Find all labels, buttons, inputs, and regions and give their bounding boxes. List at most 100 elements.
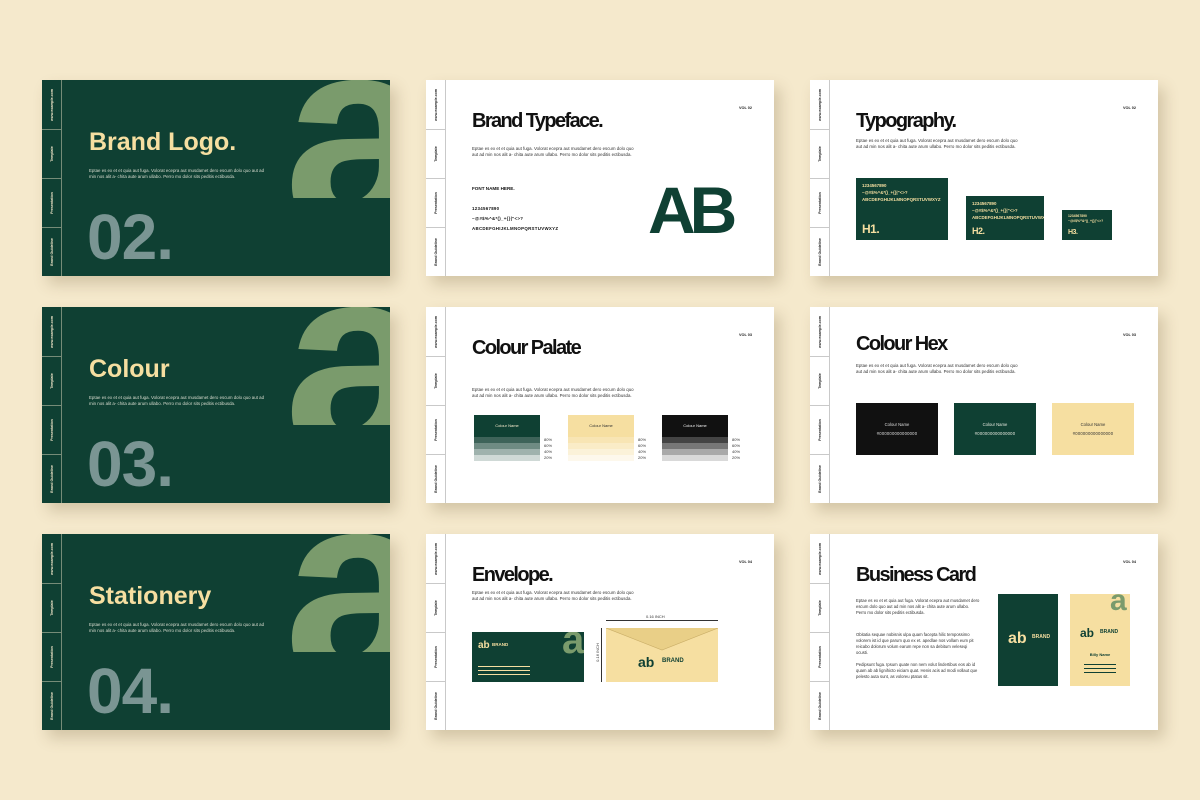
section-title: Colour [89, 355, 170, 383]
slide-brand-logo[interactable]: www.example.com Template Presentation Br… [42, 80, 390, 276]
section-number: 03. [87, 428, 174, 500]
tab-presentation: Presentation [433, 646, 438, 668]
business-card-front: ab BRAND [998, 594, 1058, 686]
type-card-h1: 1234567890 ~@#$%^&*()_+{}|"<>? ABCDEFGHI… [856, 178, 948, 240]
palette-green: Colour Name 80% 60% 40% 20% [474, 415, 552, 461]
section-body: Eptae es ex et et quia aut fuga. Volorat… [89, 395, 265, 407]
decorative-letter: a [284, 80, 390, 198]
tab-template: Template [817, 600, 822, 616]
tab-presentation: Presentation [433, 419, 438, 441]
card-back-mark: ab [1080, 626, 1095, 640]
side-tabs: www.example.com Template Presentation Br… [810, 80, 830, 276]
envelope-decorative-letter: a [562, 632, 584, 662]
tab-website: www.example.com [49, 88, 54, 121]
card-back-decorative-letter: a [1110, 594, 1127, 617]
hex-swatch-green: Colour Name #000000000000000 [954, 403, 1036, 455]
slide-colour[interactable]: www.example.com Template Presentation Br… [42, 307, 390, 503]
volume-label: VOL 03 [738, 333, 752, 337]
tab-brand-guideline: Brand Guideline [817, 465, 822, 493]
width-dimension-label: 0.16 INCH [646, 614, 665, 619]
tab-template: Template [433, 600, 438, 616]
section-number: 02. [87, 201, 174, 273]
slide-business-card[interactable]: www.example.com Template Presentation Br… [810, 534, 1158, 730]
business-card-back: a ab BRAND Billy Name [1070, 594, 1130, 686]
slide-body: Eptae es ex et et quia aut fuga. Volorat… [856, 363, 1018, 375]
slide-title: Brand Typeface. [472, 110, 604, 132]
slide-colour-palate[interactable]: www.example.com Template Presentation Br… [426, 307, 774, 503]
tab-template: Template [433, 146, 438, 162]
tab-presentation: Presentation [817, 646, 822, 668]
slide-typography[interactable]: www.example.com Template Presentation Br… [810, 80, 1158, 276]
glyph-digits: 1234567890 [472, 206, 500, 211]
slide-title: Envelope. [472, 564, 554, 586]
card-back-brand: BRAND [1100, 629, 1119, 635]
tab-website: www.example.com [817, 542, 822, 575]
slide-body: Eptae es ex et et quia aut fuga. Volorat… [856, 138, 1018, 150]
tab-brand-guideline: Brand Guideline [49, 465, 54, 493]
tab-brand-guideline: Brand Guideline [49, 692, 54, 720]
volume-label: VOL 04 [1122, 560, 1136, 564]
hex-swatch-cream: Colour Name #000000000000000 [1052, 403, 1134, 455]
tab-website: www.example.com [817, 88, 822, 121]
palette-black: Colour Name 80% 60% 40% 20% [662, 415, 740, 461]
tab-template: Template [817, 146, 822, 162]
envelope-back-mark: ab [638, 654, 655, 670]
tab-template: Template [817, 373, 822, 389]
tab-presentation: Presentation [433, 192, 438, 214]
section-title: Stationery [89, 582, 212, 610]
tab-template: Template [433, 373, 438, 389]
envelope-brand: BRAND [492, 642, 509, 647]
volume-label: VOL 04 [738, 560, 752, 564]
width-dimension-line [606, 620, 718, 621]
tab-brand-guideline: Brand Guideline [433, 465, 438, 493]
card-front-brand: BRAND [1032, 634, 1051, 640]
hex-swatch-black: Colour Name #000000000000000 [856, 403, 938, 455]
type-card-h2: 1234567890 ~@#$%^&*()_+{}|"<>? ABCDEFGHI… [966, 196, 1044, 240]
slide-stationery[interactable]: www.example.com Template Presentation Br… [42, 534, 390, 730]
card-front-mark: ab [1008, 630, 1027, 647]
slide-brand-typeface[interactable]: www.example.com Template Presentation Br… [426, 80, 774, 276]
h1-label: H1. [862, 222, 880, 236]
side-tabs: www.example.com Template Presentation Br… [42, 534, 62, 730]
tab-website: www.example.com [433, 542, 438, 575]
volume-label: VOL 03 [1122, 333, 1136, 337]
tab-presentation: Presentation [817, 419, 822, 441]
slide-colour-hex[interactable]: www.example.com Template Presentation Br… [810, 307, 1158, 503]
envelope-back: ab BRAND [606, 628, 718, 682]
side-tabs: www.example.com Template Presentation Br… [810, 307, 830, 503]
tab-template: Template [49, 600, 54, 616]
side-tabs: www.example.com Template Presentation Br… [426, 80, 446, 276]
tab-presentation: Presentation [817, 192, 822, 214]
side-tabs: www.example.com Template Presentation Br… [426, 534, 446, 730]
tab-brand-guideline: Brand Guideline [433, 692, 438, 720]
side-tabs: www.example.com Template Presentation Br… [810, 534, 830, 730]
section-number: 04. [87, 655, 174, 727]
tab-presentation: Presentation [49, 646, 54, 668]
glyph-alphabet: ABCDEFGHIJKLMNOPQRSTUVWXYZ [472, 226, 559, 231]
tab-brand-guideline: Brand Guideline [433, 238, 438, 266]
side-tabs: www.example.com Template Presentation Br… [426, 307, 446, 503]
volume-label: VOL 02 [738, 106, 752, 110]
slide-envelope[interactable]: www.example.com Template Presentation Br… [426, 534, 774, 730]
side-tabs: www.example.com Template Presentation Br… [42, 80, 62, 276]
tab-website: www.example.com [433, 88, 438, 121]
font-name: FONT NAME HERE. [472, 186, 515, 191]
slide-body-1: Eptae es ex et et quia aut fuga. Volorat… [856, 598, 980, 616]
decorative-letter: a [284, 307, 390, 425]
slide-title: Business Card [856, 564, 977, 586]
tab-presentation: Presentation [49, 419, 54, 441]
tab-presentation: Presentation [49, 192, 54, 214]
height-dimension-line [601, 628, 602, 682]
side-tabs: www.example.com Template Presentation Br… [42, 307, 62, 503]
tab-website: www.example.com [817, 315, 822, 348]
tab-website: www.example.com [433, 315, 438, 348]
h3-label: H3. [1068, 229, 1078, 236]
typeface-sample: AB [648, 173, 737, 247]
slide-body: Eptae es ex et et quia aut fuga. Volorat… [472, 387, 634, 399]
envelope-mark: ab [478, 640, 490, 651]
slide-title: Colour Hex [856, 333, 948, 355]
palette-cream: Colour Name 80% 60% 40% 20% [568, 415, 646, 461]
envelope-back-brand: BRAND [662, 658, 684, 664]
tab-template: Template [49, 373, 54, 389]
card-back-name: Billy Name [1089, 652, 1111, 657]
